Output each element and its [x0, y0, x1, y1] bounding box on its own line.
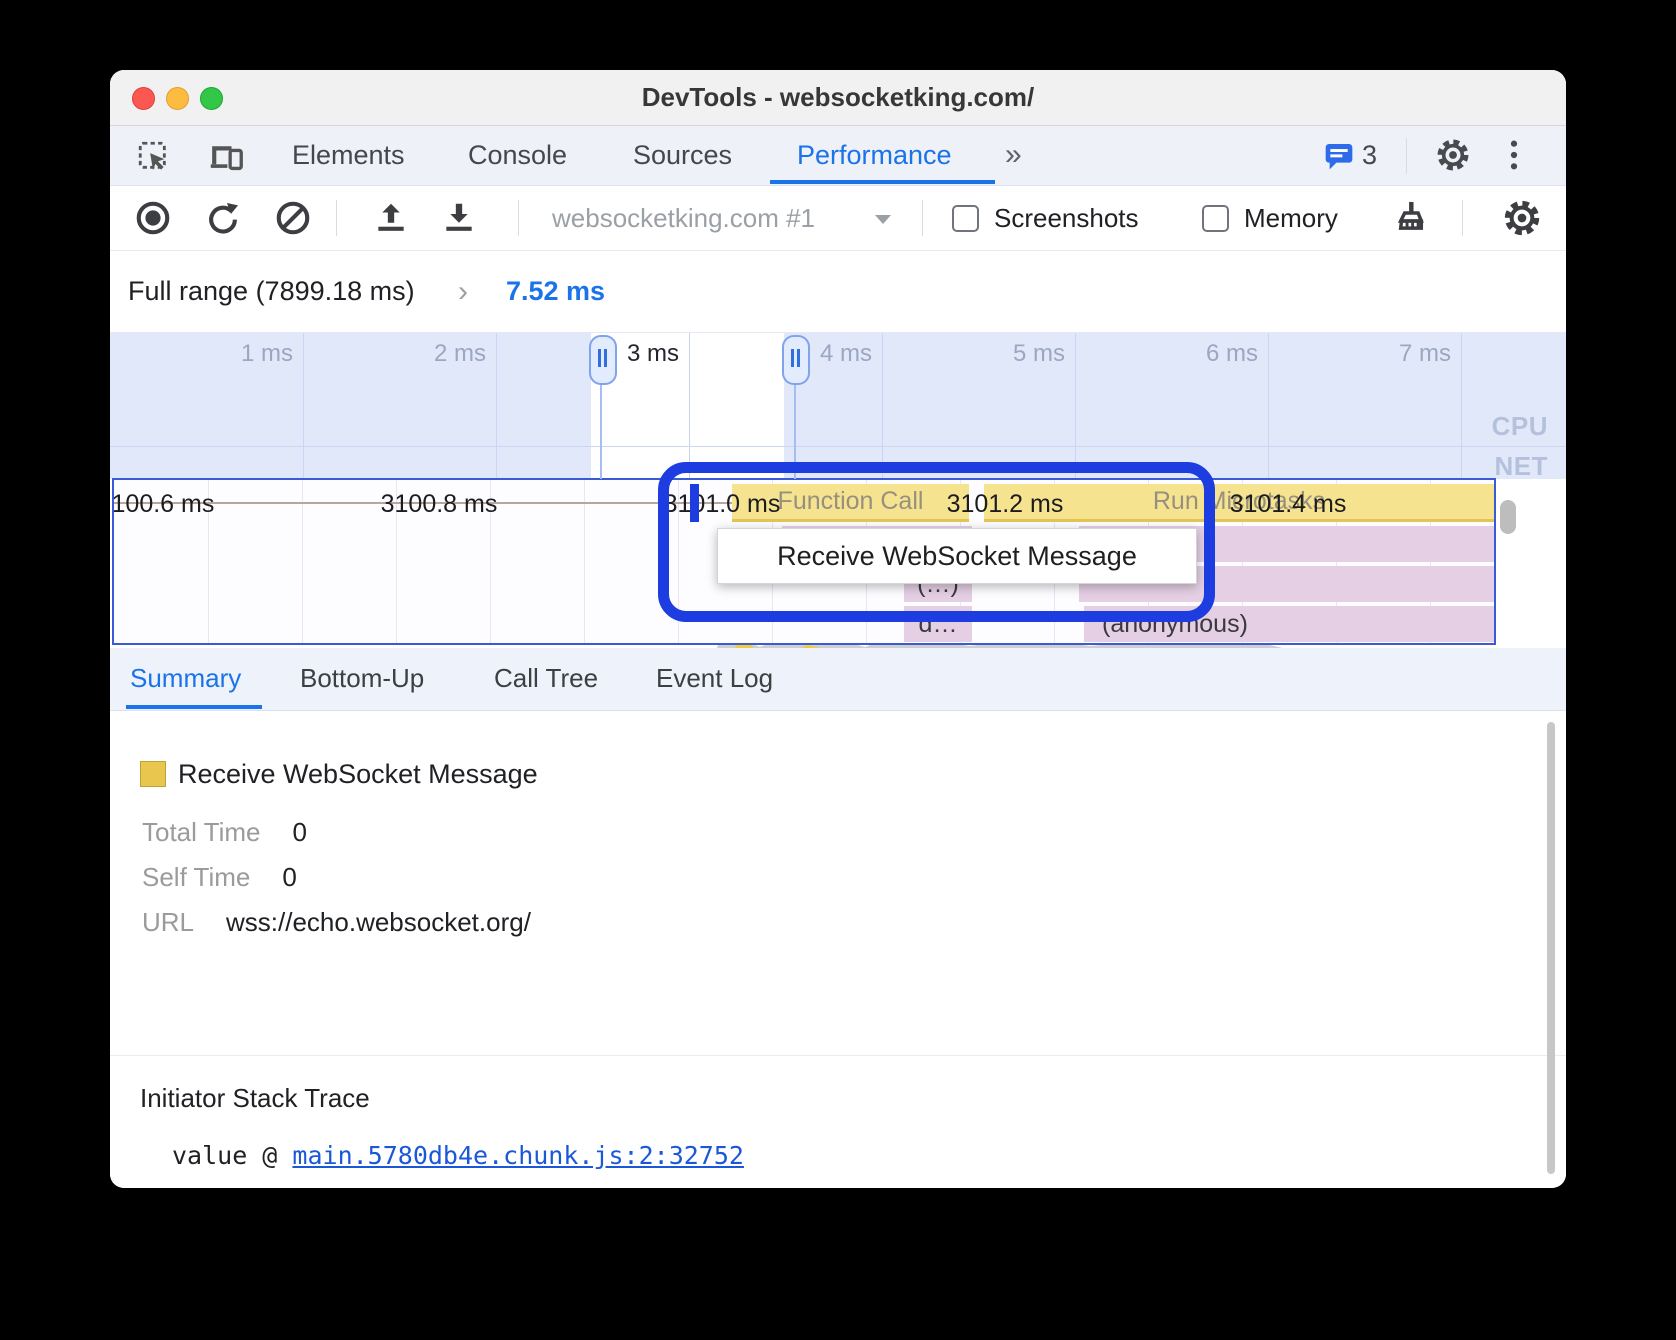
- total-time-label: Total Time: [142, 817, 261, 847]
- stack-function: value @: [172, 1141, 292, 1170]
- tab-console[interactable]: Console: [468, 126, 567, 184]
- event-title: Receive WebSocket Message: [178, 759, 538, 790]
- total-time-value: 0: [293, 817, 307, 847]
- window-left-line: [600, 381, 602, 479]
- memory-label: Memory: [1244, 186, 1338, 250]
- event-color-swatch: [140, 761, 166, 787]
- flame-tick: 3101.0 ms: [647, 490, 797, 519]
- summary-panel: Receive WebSocket Message Total Time 0 Se…: [110, 711, 1566, 1188]
- window-right-line: [794, 381, 796, 479]
- breadcrumb-selected-range[interactable]: 7.52 ms: [506, 251, 605, 332]
- window-right-handle[interactable]: [782, 335, 810, 385]
- tab-summary[interactable]: Summary: [130, 648, 241, 708]
- breadcrumb-full-range[interactable]: Full range (7899.18 ms): [128, 251, 415, 332]
- tab-sources[interactable]: Sources: [633, 126, 732, 184]
- details-tabbar: Summary Bottom-Up Call Tree Event Log: [110, 648, 1566, 711]
- url-value: wss://echo.websocket.org/: [226, 907, 531, 937]
- profile-select[interactable]: websocketking.com #1: [552, 186, 815, 250]
- details-scrollbar-thumb[interactable]: [1547, 722, 1555, 1174]
- load-profile-icon[interactable]: [372, 199, 410, 237]
- window-left-handle[interactable]: [589, 335, 617, 385]
- tabbar-separator: [1406, 138, 1407, 174]
- selected-websocket-event-marker[interactable]: [690, 484, 699, 522]
- toolbar-separator: [922, 200, 923, 236]
- chevron-right-icon: ›: [458, 251, 468, 332]
- device-toolbar-icon[interactable]: [208, 139, 244, 173]
- flame-bar-truncated-d[interactable]: d…: [904, 606, 972, 642]
- overview-dim-left: [110, 333, 591, 479]
- titlebar: DevTools - websocketking.com/: [110, 70, 1566, 126]
- initiator-stack-trace-heading: Initiator Stack Trace: [140, 1083, 370, 1114]
- stack-source-link[interactable]: main.5780db4e.chunk.js:2:32752: [292, 1141, 744, 1170]
- console-messages-icon[interactable]: [1323, 140, 1355, 172]
- active-tab-underline: [770, 180, 995, 184]
- self-time-label: Self Time: [142, 862, 250, 892]
- settings-gear-icon[interactable]: [1435, 137, 1471, 173]
- url-row: URL wss://echo.websocket.org/: [142, 907, 531, 938]
- timeline-overview[interactable]: 1 ms 2 ms 3 ms 4 ms 5 ms 6 ms 7 ms: [110, 332, 1566, 479]
- tab-performance[interactable]: Performance: [797, 126, 952, 184]
- flame-scrollbar-thumb[interactable]: [1500, 500, 1516, 534]
- tab-event-log[interactable]: Event Log: [656, 648, 773, 708]
- inspect-element-icon[interactable]: [136, 139, 170, 173]
- flame-bar-anonymous[interactable]: (anonymous): [1084, 606, 1494, 642]
- toolbar-separator: [518, 200, 519, 236]
- more-tabs-icon[interactable]: »: [1005, 126, 1022, 184]
- self-time-row: Self Time 0: [142, 862, 297, 893]
- window-title: DevTools - websocketking.com/: [110, 70, 1566, 125]
- breadcrumb: Full range (7899.18 ms) › 7.52 ms: [110, 251, 1566, 332]
- flame-tick: 3101.4 ms: [1213, 490, 1363, 519]
- devtools-tabbar: Elements Console Sources Performance » 3: [110, 126, 1566, 186]
- clear-icon[interactable]: [274, 199, 312, 237]
- url-label: URL: [142, 907, 194, 937]
- tab-bottom-up[interactable]: Bottom-Up: [300, 648, 424, 708]
- overview-dim-right: [784, 333, 1566, 479]
- garbage-collect-icon[interactable]: [1392, 198, 1430, 236]
- tab-call-tree[interactable]: Call Tree: [494, 648, 598, 708]
- performance-toolbar: websocketking.com #1 Screenshots Memory: [110, 186, 1566, 251]
- screenshots-label: Screenshots: [994, 186, 1139, 250]
- kebab-menu-icon[interactable]: [1508, 138, 1520, 172]
- tab-elements[interactable]: Elements: [292, 126, 405, 184]
- total-time-row: Total Time 0: [142, 817, 307, 848]
- record-icon[interactable]: [134, 199, 172, 237]
- chevron-down-icon[interactable]: [872, 212, 894, 231]
- active-details-tab-underline: [126, 705, 262, 709]
- screenshots-checkbox[interactable]: [952, 205, 979, 232]
- event-tooltip: Receive WebSocket Message: [717, 528, 1197, 584]
- toolbar-separator: [336, 200, 337, 236]
- save-profile-icon[interactable]: [440, 199, 478, 237]
- reload-record-icon[interactable]: [204, 199, 242, 237]
- flame-tick: 3101.2 ms: [930, 490, 1080, 519]
- toolbar-separator: [1462, 200, 1463, 236]
- section-divider: [110, 1055, 1566, 1056]
- devtools-window: DevTools - websocketking.com/ Elements C…: [110, 70, 1566, 1188]
- flame-tick: 3100.8 ms: [364, 490, 514, 519]
- message-count-badge: 3: [1362, 126, 1377, 184]
- capture-settings-gear-icon[interactable]: [1502, 198, 1542, 238]
- flame-tick: 3100.6 ms: [112, 490, 231, 519]
- memory-checkbox[interactable]: [1202, 205, 1229, 232]
- stack-trace-line: value @ main.5780db4e.chunk.js:2:32752: [172, 1141, 744, 1170]
- self-time-value: 0: [282, 862, 296, 892]
